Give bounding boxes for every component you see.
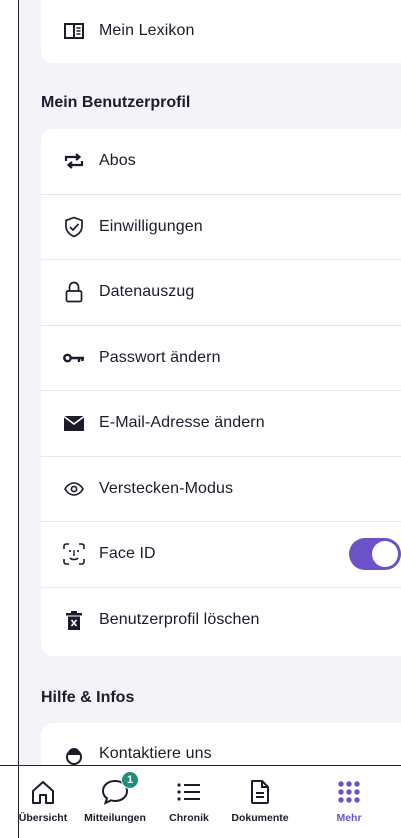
lock-icon: [63, 281, 85, 303]
row-label: E-Mail-Adresse ändern: [99, 414, 265, 432]
list-icon: [174, 777, 204, 807]
tab-label: Mitteilungen: [84, 812, 146, 824]
shield-check-icon: [63, 216, 85, 238]
row-label: Face ID: [99, 545, 156, 563]
tab-label: Dokumente: [231, 812, 289, 824]
row-face-id[interactable]: Face ID: [41, 522, 401, 588]
tab-mitteilungen[interactable]: 1 Mitteilungen: [75, 766, 155, 838]
chat-icon: 1: [100, 771, 139, 807]
face-id-toggle[interactable]: [349, 538, 401, 571]
row-label: Benutzerprofil löschen: [99, 611, 260, 629]
key-icon: [63, 347, 85, 369]
tab-dokumente[interactable]: Dokumente: [224, 766, 296, 838]
home-icon: [28, 777, 58, 807]
row-label: Datenauszug: [99, 283, 195, 301]
lexikon-row[interactable]: Mein Lexikon: [41, 0, 401, 63]
support-icon: [63, 745, 85, 765]
document-icon: [245, 777, 275, 807]
tab-mehr[interactable]: Mehr: [323, 766, 375, 838]
eye-icon: [63, 478, 85, 500]
trash-icon: [63, 609, 85, 631]
repeat-icon: [63, 150, 85, 172]
help-section-title: Hilfe & Infos: [41, 689, 135, 706]
notification-badge: 1: [121, 771, 139, 789]
row-label: Passwort ändern: [99, 348, 221, 366]
row-email[interactable]: E-Mail-Adresse ändern: [41, 391, 401, 457]
row-label: Verstecken-Modus: [99, 479, 234, 497]
row-einwilligungen[interactable]: Einwilligungen: [41, 195, 401, 260]
tab-uebersicht[interactable]: Übersicht: [11, 766, 75, 838]
row-label: Kontaktiere uns: [99, 745, 212, 762]
row-passwort[interactable]: Passwort ändern: [41, 326, 401, 391]
row-datenauszug[interactable]: Datenauszug: [41, 260, 401, 326]
book-icon: [63, 20, 85, 42]
left-gutter: [0, 0, 18, 765]
row-abos[interactable]: Abos: [41, 129, 401, 195]
toggle-knob: [372, 541, 398, 568]
more-screen: Mein Lexikon Mein Benutzerprofil Abos Ei…: [18, 0, 401, 765]
row-verstecken[interactable]: Verstecken-Modus: [41, 457, 401, 522]
row-label: Abos: [99, 152, 136, 170]
lexikon-label: Mein Lexikon: [99, 21, 195, 39]
tab-label: Mehr: [336, 812, 362, 824]
lexikon-card: Mein Lexikon: [41, 0, 401, 63]
grid-dots-icon: [334, 777, 364, 807]
profile-card: Abos Einwilligungen Datenauszug Passwort…: [41, 129, 401, 656]
bottom-tab-bar: Übersicht 1 Mitteilungen Chronik Dokumen…: [18, 765, 401, 838]
tab-chronik[interactable]: Chronik: [159, 766, 219, 838]
face-id-icon: [63, 543, 85, 566]
row-label: Einwilligungen: [99, 217, 203, 235]
help-card: Kontaktiere uns: [41, 723, 401, 765]
profile-section-title: Mein Benutzerprofil: [41, 94, 191, 111]
row-profil-loeschen[interactable]: Benutzerprofil löschen: [41, 588, 401, 654]
tab-label: Chronik: [169, 812, 209, 824]
envelope-icon: [63, 412, 85, 434]
tab-label: Übersicht: [18, 812, 68, 824]
row-kontakt[interactable]: Kontaktiere uns: [41, 723, 401, 765]
